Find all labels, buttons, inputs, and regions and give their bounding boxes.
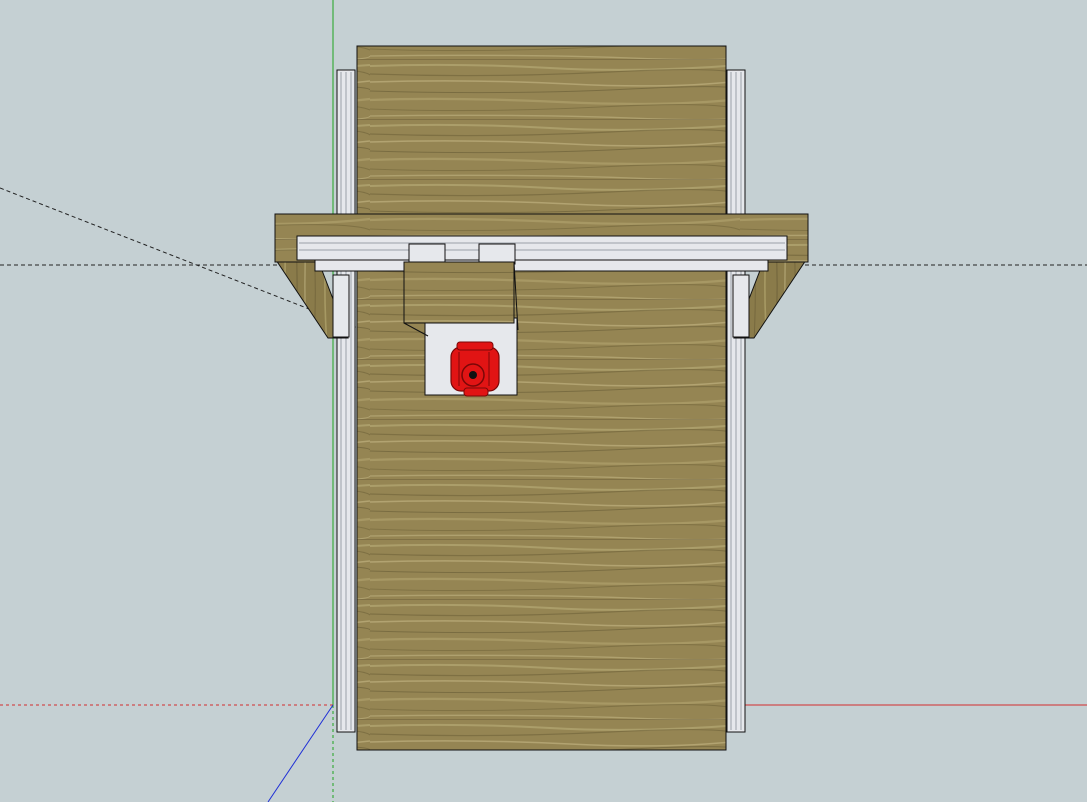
carriage-bearing-right bbox=[478, 243, 516, 265]
sketchup-viewport[interactable] bbox=[0, 0, 1087, 802]
carriage-block[interactable] bbox=[403, 261, 515, 324]
left-rail[interactable] bbox=[336, 69, 356, 733]
carriage-bearing-left bbox=[408, 243, 446, 265]
right-rail[interactable] bbox=[726, 69, 746, 733]
gantry-rail[interactable] bbox=[296, 235, 788, 261]
gantry-rail-lower bbox=[314, 259, 769, 272]
router-spindle[interactable] bbox=[450, 341, 500, 397]
table-top-board[interactable] bbox=[356, 45, 727, 751]
model-scene[interactable] bbox=[0, 0, 1087, 802]
